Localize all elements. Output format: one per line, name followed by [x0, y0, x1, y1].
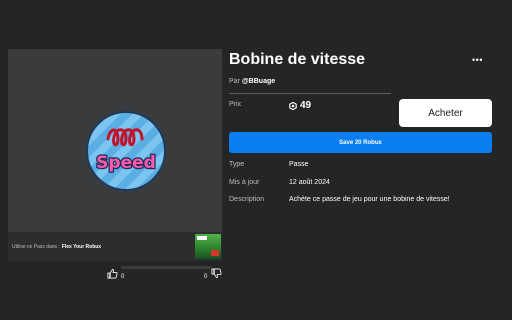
buy-button[interactable]: Acheter [399, 99, 492, 127]
price-label: Prix [229, 101, 242, 108]
creator-prefix: Par [229, 78, 240, 85]
description-value: Achète ce passe de jeu pour une bobine d… [289, 196, 450, 203]
updated-label: Mis à jour [229, 179, 260, 186]
creator-link[interactable]: @BBuage [242, 78, 275, 85]
vote-row: 0 0 [107, 265, 223, 281]
downvote-count: 0 [204, 274, 208, 280]
thumbs-down-icon[interactable] [211, 268, 222, 279]
price-value: 49 [300, 100, 312, 111]
price-display: 49 [289, 100, 311, 111]
game-thumbnail-detail [211, 250, 219, 256]
type-value: Passe [289, 161, 309, 168]
thumbnail-speed-text: Speed [96, 153, 156, 173]
creator-line: Par @BBuage [229, 78, 275, 85]
uses-pass-in-bar[interactable]: Utilise ce Pass dans : Flex Your Robux [8, 232, 222, 261]
robux-icon [289, 101, 297, 110]
more-options-button[interactable]: ••• [472, 56, 483, 65]
thumbnail-area: Speed [8, 49, 222, 232]
game-thumbnail-icon[interactable] [195, 234, 221, 259]
game-thumbnail-tag [197, 236, 207, 240]
thumbs-up-icon[interactable] [107, 268, 118, 279]
save-robux-button[interactable]: Save 20 Robux [229, 132, 492, 153]
type-label: Type [229, 161, 245, 168]
updated-value: 12 août 2024 [289, 179, 330, 186]
item-title: Bobine de vitesse [229, 51, 366, 68]
vote-ratio-bar [121, 266, 211, 269]
speed-coil-thumbnail: Speed [86, 111, 166, 191]
divider [229, 93, 391, 94]
item-thumbnail-panel: Speed Utilise ce Pass dans : Flex Your R… [8, 49, 222, 261]
description-label: Description [229, 196, 265, 203]
uses-pass-label: Utilise ce Pass dans : [12, 243, 60, 250]
upvote-count: 0 [121, 274, 125, 280]
uses-pass-game-link[interactable]: Flex Your Robux [62, 244, 101, 250]
